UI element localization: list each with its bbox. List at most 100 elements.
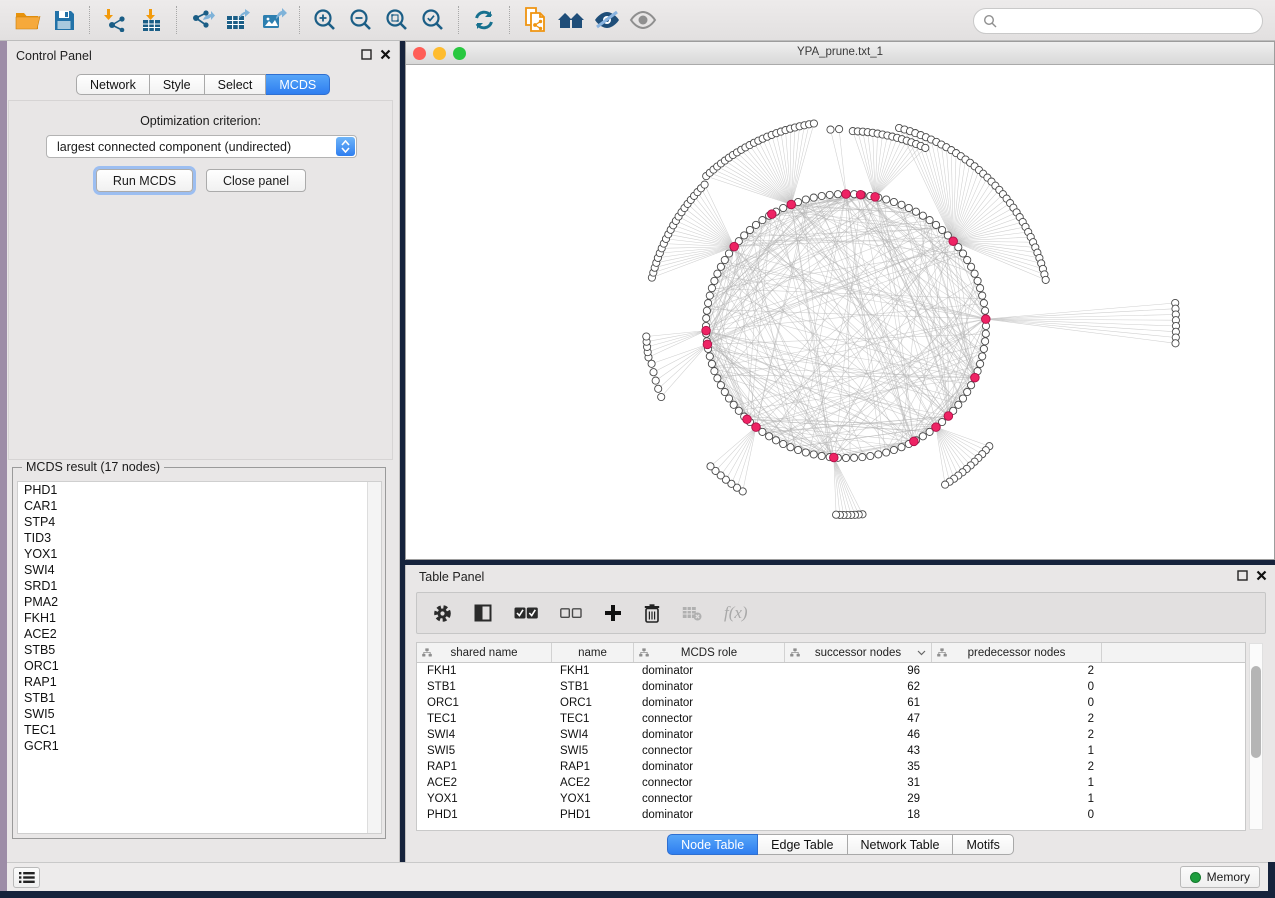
run-mcds-button[interactable]: Run MCDS — [96, 169, 193, 192]
mcds-result-item[interactable]: STP4 — [18, 514, 381, 530]
cell-name: STB1 — [552, 679, 634, 695]
save-icon[interactable] — [46, 3, 82, 37]
mcds-result-item[interactable]: SWI4 — [18, 562, 381, 578]
search-input[interactable] — [997, 11, 1262, 31]
cell-predecessor-nodes: 0 — [932, 695, 1102, 711]
close-panel-icon[interactable] — [380, 49, 391, 60]
delete-table-icon[interactable] — [682, 606, 702, 621]
select-all-rows-icon[interactable] — [514, 607, 538, 620]
memory-button[interactable]: Memory — [1180, 866, 1260, 888]
table-tabs: Node TableEdge TableNetwork TableMotifs — [406, 834, 1275, 855]
mcds-result-item[interactable]: ACE2 — [18, 626, 381, 642]
mcds-result-item[interactable]: TEC1 — [18, 722, 381, 738]
tab-mcds[interactable]: MCDS — [266, 74, 330, 95]
zoom-in-icon[interactable] — [307, 3, 343, 37]
table-row[interactable]: RAP1RAP1dominator352 — [417, 759, 1245, 775]
table-row[interactable]: SWI5SWI5connector431 — [417, 743, 1245, 759]
zoom-out-icon[interactable] — [343, 3, 379, 37]
toolbar-separator — [176, 6, 177, 34]
search-box[interactable] — [973, 8, 1263, 34]
column-header-name[interactable]: name — [552, 643, 634, 662]
table-row[interactable]: ORC1ORC1dominator610 — [417, 695, 1245, 711]
float-panel-icon[interactable] — [1237, 570, 1248, 581]
mcds-result-item[interactable]: TID3 — [18, 530, 381, 546]
mcds-result-item[interactable]: ORC1 — [18, 658, 381, 674]
tab-edge-table[interactable]: Edge Table — [758, 834, 847, 855]
deselect-all-rows-icon[interactable] — [560, 608, 582, 619]
first-neighbors-icon[interactable] — [553, 3, 589, 37]
column-header-predecessor-nodes[interactable]: predecessor nodes — [932, 643, 1102, 662]
tab-style[interactable]: Style — [150, 74, 205, 95]
close-panel-button[interactable]: Close panel — [206, 169, 306, 192]
export-network-icon[interactable] — [184, 3, 220, 37]
mcds-result-item[interactable]: CAR1 — [18, 498, 381, 514]
create-column-plus-icon[interactable] — [604, 604, 622, 622]
export-table-icon[interactable] — [220, 3, 256, 37]
table-settings-gear-icon[interactable] — [433, 604, 452, 623]
table-scrollbar[interactable] — [1249, 643, 1263, 830]
cell-mcds-role: connector — [634, 711, 785, 727]
result-list-scrollbar[interactable] — [367, 482, 381, 833]
table-row[interactable]: ACE2ACE2connector311 — [417, 775, 1245, 791]
duplicate-network-icon[interactable] — [517, 3, 553, 37]
cell-shared-name: YOX1 — [417, 791, 552, 807]
mcds-result-item[interactable]: GCR1 — [18, 738, 381, 754]
mcds-result-item[interactable]: SRD1 — [18, 578, 381, 594]
network-graph[interactable] — [406, 65, 1274, 559]
mcds-result-item[interactable]: STB5 — [18, 642, 381, 658]
column-header-successor-nodes[interactable]: successor nodes — [785, 643, 932, 662]
network-window-titlebar[interactable]: YPA_prune.txt_1 — [406, 42, 1274, 65]
cell-successor-nodes: 96 — [785, 663, 932, 679]
cell-shared-name: ACE2 — [417, 775, 552, 791]
cell-successor-nodes: 35 — [785, 759, 932, 775]
import-table-icon[interactable] — [133, 3, 169, 37]
table-row[interactable]: FKH1FKH1dominator962 — [417, 663, 1245, 679]
optimization-criterion-value: largest connected component (undirected) — [57, 140, 291, 154]
show-panels-list-button[interactable] — [13, 867, 40, 888]
table-header-row: shared namenameMCDS rolesuccessor nodesp… — [417, 643, 1245, 663]
refresh-icon[interactable] — [466, 3, 502, 37]
column-header-shared-name[interactable]: shared name — [417, 643, 552, 662]
tab-network[interactable]: Network — [76, 74, 150, 95]
function-builder-icon[interactable]: f(x) — [724, 603, 748, 623]
cell-predecessor-nodes: 2 — [932, 663, 1102, 679]
column-header-mcds-role[interactable]: MCDS role — [634, 643, 785, 662]
mcds-result-item[interactable]: PHD1 — [18, 482, 381, 498]
mcds-tab-pane: Optimization criterion: largest connecte… — [8, 100, 393, 460]
table-row[interactable]: YOX1YOX1connector291 — [417, 791, 1245, 807]
mcds-result-item[interactable]: SWI5 — [18, 706, 381, 722]
table-row[interactable]: SWI4SWI4dominator462 — [417, 727, 1245, 743]
hide-selected-icon[interactable] — [589, 3, 625, 37]
network-canvas[interactable] — [406, 65, 1274, 559]
zoom-fit-icon[interactable] — [379, 3, 415, 37]
export-image-icon[interactable] — [256, 3, 292, 37]
table-row[interactable]: STB1STB1dominator620 — [417, 679, 1245, 695]
float-panel-icon[interactable] — [361, 49, 372, 60]
optimization-criterion-select[interactable]: largest connected component (undirected) — [46, 135, 357, 158]
main-toolbar — [0, 0, 1275, 41]
mcds-result-item[interactable]: YOX1 — [18, 546, 381, 562]
cell-name: FKH1 — [552, 663, 634, 679]
table-row[interactable]: TEC1TEC1connector472 — [417, 711, 1245, 727]
cell-successor-nodes: 29 — [785, 791, 932, 807]
show-all-icon[interactable] — [625, 3, 661, 37]
cell-predecessor-nodes: 2 — [932, 711, 1102, 727]
table-row[interactable]: PHD1PHD1dominator180 — [417, 807, 1245, 823]
mcds-result-item[interactable]: FKH1 — [18, 610, 381, 626]
mcds-result-item[interactable]: RAP1 — [18, 674, 381, 690]
mcds-result-item[interactable]: STB1 — [18, 690, 381, 706]
open-file-icon[interactable] — [10, 3, 46, 37]
table-scrollbar-thumb[interactable] — [1251, 666, 1261, 758]
column-visibility-icon[interactable] — [474, 604, 492, 622]
zoom-selected-icon[interactable] — [415, 3, 451, 37]
tab-network-table[interactable]: Network Table — [848, 834, 954, 855]
mcds-result-list[interactable]: PHD1CAR1STP4TID3YOX1SWI4SRD1PMA2FKH1ACE2… — [17, 481, 382, 834]
tab-node-table[interactable]: Node Table — [667, 834, 758, 855]
tab-motifs[interactable]: Motifs — [953, 834, 1013, 855]
import-network-icon[interactable] — [97, 3, 133, 37]
mcds-result-item[interactable]: PMA2 — [18, 594, 381, 610]
close-panel-icon[interactable] — [1256, 570, 1267, 581]
cell-shared-name: SWI5 — [417, 743, 552, 759]
delete-column-trash-icon[interactable] — [644, 604, 660, 623]
tab-select[interactable]: Select — [205, 74, 267, 95]
